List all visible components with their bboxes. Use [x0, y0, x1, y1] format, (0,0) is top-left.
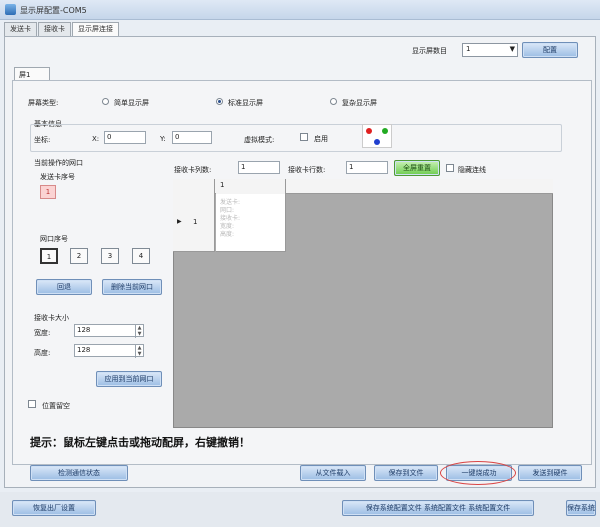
grid-row-number: 1 [193, 218, 198, 226]
row-pointer-icon: ▶ [177, 218, 182, 225]
cell-port-label: 网口: [220, 207, 235, 214]
top-tab-bar: 发送卡 接收卡 显示屏连接 [4, 22, 120, 37]
full-reset-button[interactable]: 全屏重置 [394, 160, 440, 176]
port-button-4[interactable]: 4 [132, 248, 150, 264]
radio-standard-screen[interactable] [216, 98, 223, 105]
width-label: 宽度: [34, 329, 51, 337]
height-value: 128 [77, 346, 91, 354]
tab-screen-connection[interactable]: 显示屏连接 [72, 22, 119, 37]
receiver-size-label: 接收卡大小 [34, 314, 69, 322]
cell-sender-label: 发送卡: [220, 199, 241, 206]
save-system-button[interactable]: 保存系统 [566, 500, 596, 516]
port-button-2[interactable]: 2 [70, 248, 88, 264]
hide-lines-checkbox[interactable] [446, 164, 454, 172]
port-button-3[interactable]: 3 [101, 248, 119, 264]
blue-dot-icon [374, 139, 380, 145]
restore-factory-button[interactable]: 恢复出厂设置 [12, 500, 96, 516]
position-reserve-label: 位置留空 [42, 402, 70, 410]
coord-label: 坐标: [34, 136, 51, 144]
config-button[interactable]: 配置 [522, 42, 578, 58]
cell-width-label: 宽度: [220, 223, 235, 230]
grid-cell[interactable]: 发送卡: 网口: 接收卡: 宽度: 高度: [216, 194, 286, 252]
green-dot-icon [382, 128, 388, 134]
cols-input[interactable]: 1 [238, 161, 280, 174]
height-input[interactable]: 128 ▲ ▼ [74, 344, 144, 358]
y-input[interactable]: 0 [172, 131, 212, 144]
grid-corner [173, 179, 215, 194]
y-label: Y: [160, 135, 166, 143]
width-value: 128 [77, 326, 91, 334]
app-icon [5, 4, 16, 15]
cols-label: 接收卡列数: [174, 166, 212, 174]
grid-row-header: ▶ 1 [173, 194, 215, 252]
delete-port-button[interactable]: 删除当前网口 [102, 279, 162, 295]
x-label: X: [92, 135, 100, 143]
tab-screen-1[interactable]: 屏1 [14, 67, 50, 81]
apply-to-port-button[interactable]: 应用到当前网口 [96, 371, 162, 387]
enable-label: 启用 [314, 135, 328, 143]
port-no-label: 网口序号 [40, 235, 68, 243]
width-spinner-icon[interactable]: ▲ ▼ [135, 325, 143, 338]
port-button-1[interactable]: 1 [40, 248, 58, 264]
height-spinner-icon[interactable]: ▲ ▼ [135, 345, 143, 358]
save-to-file-button[interactable]: 保存到文件 [374, 465, 438, 481]
cell-receiver-label: 接收卡: [220, 215, 241, 222]
position-reserve-checkbox[interactable] [28, 400, 36, 408]
title-bar: 显示屏配置-COM5 [0, 0, 600, 20]
radio-standard-label: 标准显示屏 [228, 99, 263, 107]
virtual-mode-label: 虚拟模式: [244, 136, 275, 144]
highlight-ellipse [440, 461, 516, 485]
x-input[interactable]: 0 [104, 131, 146, 144]
cell-height-label: 高度: [220, 231, 235, 238]
sender-no-value[interactable]: 1 [40, 185, 56, 199]
sender-no-label: 发送卡序号 [40, 173, 75, 181]
rows-label: 接收卡行数: [288, 166, 326, 174]
detect-comm-button[interactable]: 检测通信状态 [30, 465, 128, 481]
screen-type-label: 屏幕类型: [28, 99, 59, 107]
radio-simple-screen[interactable] [102, 98, 109, 105]
screen-count-select[interactable]: 1 ▼ [462, 43, 518, 57]
chevron-down-icon: ▼ [509, 45, 515, 53]
rgb-dots-icon [362, 124, 392, 148]
radio-complex-label: 复杂显示屏 [342, 99, 377, 107]
tab-receiver-card[interactable]: 接收卡 [38, 22, 71, 36]
current-port-label: 当前操作的网口 [34, 159, 83, 167]
back-button[interactable]: 回退 [36, 279, 92, 295]
send-to-hardware-button[interactable]: 发送到硬件 [518, 465, 582, 481]
hide-lines-label: 隐藏连线 [458, 166, 486, 174]
hint-text: 提示：鼠标左键点击或拖动配屏，右键撤销！ [30, 436, 250, 449]
load-from-file-button[interactable]: 从文件载入 [300, 465, 366, 481]
virtual-mode-checkbox[interactable] [300, 133, 308, 141]
screen-count-value: 1 [466, 45, 471, 53]
width-input[interactable]: 128 ▲ ▼ [74, 324, 144, 338]
save-system-config-button[interactable]: 保存系统配置文件 系统配置文件 系统配置文件 [342, 500, 534, 516]
red-dot-icon [366, 128, 372, 134]
rows-input[interactable]: 1 [346, 161, 388, 174]
radio-complex-screen[interactable] [330, 98, 337, 105]
window-title: 显示屏配置-COM5 [20, 6, 87, 15]
height-label: 高度: [34, 349, 51, 357]
screen-count-label: 显示屏数目 [412, 47, 447, 55]
tab-sender-card[interactable]: 发送卡 [4, 22, 37, 36]
radio-simple-label: 简单显示屏 [114, 99, 149, 107]
grid-column-header: 1 [216, 179, 286, 194]
